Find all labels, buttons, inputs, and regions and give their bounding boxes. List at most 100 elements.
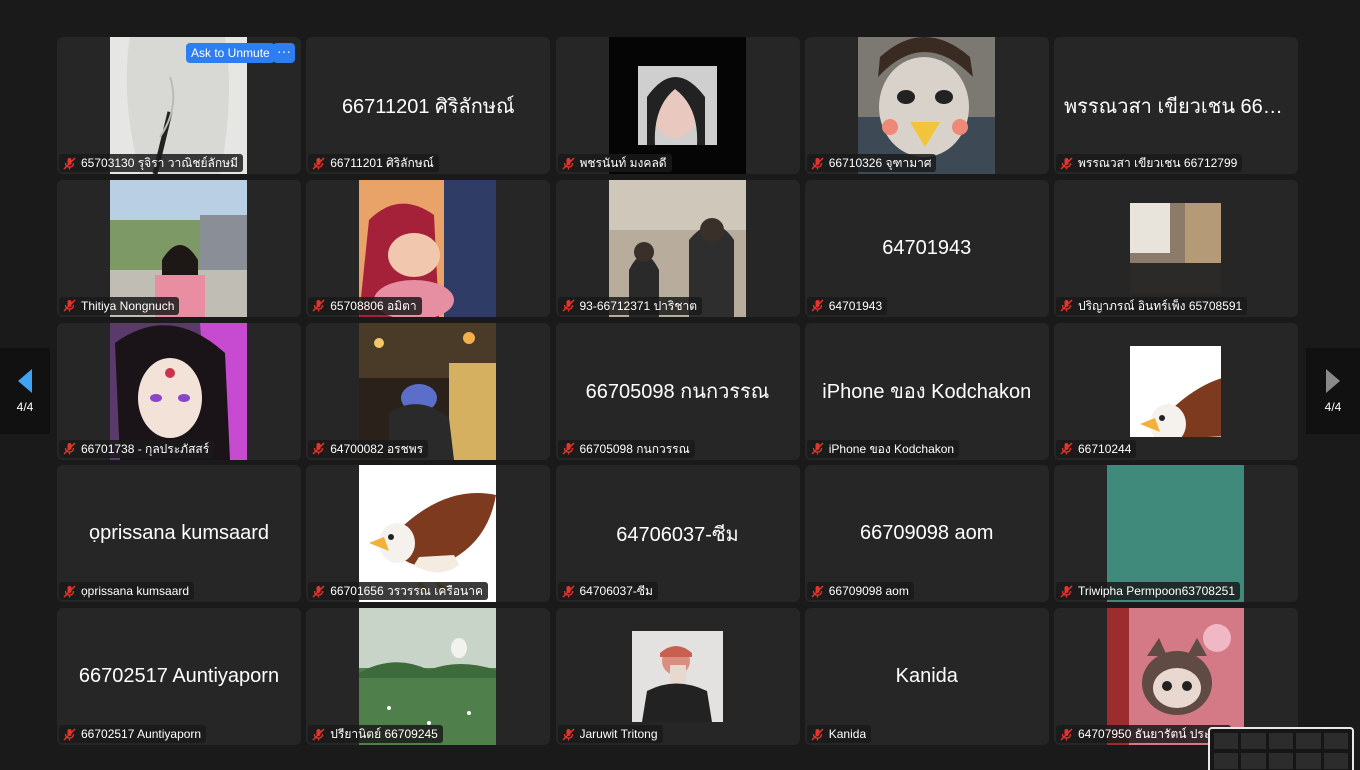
participant-tile[interactable]: 93-66712371 ปาริชาต: [555, 179, 800, 317]
participant-name-label: ọprissana kumsaard: [81, 584, 190, 599]
participant-name-label: Kanida: [828, 727, 867, 741]
participant-name-label: iPhone ของ Kodchakon: [828, 441, 955, 456]
muted-mic-icon: [312, 727, 325, 741]
right-arrow-icon: [1326, 369, 1340, 393]
muted-mic-icon: [1060, 299, 1073, 312]
display-name-text: 66709098 aom: [860, 522, 994, 545]
participant-tile[interactable]: 64701943 64701943: [804, 179, 1049, 317]
participant-tile[interactable]: พรรณวสา เขียวเชน 6671... พรรณวสา เขียวเชน…: [1054, 37, 1298, 174]
participant-tile[interactable]: 66710244: [1054, 322, 1298, 460]
muted-mic-icon: [561, 156, 575, 170]
muted-mic-icon: [561, 442, 575, 455]
participant-tile[interactable]: ปรียานิตย์ 66709245: [306, 608, 551, 745]
participant-tile[interactable]: Thitiya Nongnuch: [57, 179, 301, 317]
participant-grid: 65703130 รุจิรา วาณิชย์ลักษมี Ask to Unmu…: [57, 37, 1298, 745]
participant-tile[interactable]: ọprissana kumsaard ọprissana kumsaard: [57, 465, 301, 603]
muted-mic-icon: [63, 156, 76, 170]
display-name-text: ọprissana kumsaard: [88, 522, 270, 545]
participant-tile[interactable]: 65703130 รุจิรา วาณิชย์ลักษมี Ask to Unmu…: [57, 37, 301, 174]
next-page-button[interactable]: 4/4: [1306, 348, 1360, 434]
participant-nameplate: 66709098 aom: [806, 582, 914, 601]
muted-mic-icon: [811, 585, 824, 598]
participant-tile[interactable]: Jaruwit Tritong: [555, 608, 800, 745]
participant-tile[interactable]: 66702517 Auntiyaporn 66702517 Auntiyaporn: [57, 608, 301, 745]
participant-display-name: 66705098 กนกวรรณ: [556, 323, 800, 460]
participant-name-label: 65703130 รุจิรา วาณิชย์ลักษมี: [81, 156, 238, 170]
muted-mic-icon: [811, 156, 824, 170]
muted-mic-icon: [63, 299, 76, 312]
muted-mic-icon: [811, 442, 824, 455]
participant-nameplate: พชรนันท์ มงคลดี: [557, 154, 672, 172]
participant-nameplate: 64701943: [806, 296, 888, 315]
participant-name-label: 64701943: [828, 298, 883, 313]
participant-nameplate: 66710326 จุฑามาศ: [806, 154, 937, 172]
participant-tile[interactable]: 66701656 วรวรรณ เครือนาค: [306, 465, 551, 603]
more-options-button[interactable]: ···: [273, 43, 295, 63]
participant-name-label: พชรนันท์ มงคลดี: [579, 156, 667, 170]
participant-tile[interactable]: Triwipha Permpoon63708251: [1054, 465, 1298, 603]
muted-mic-icon: [1060, 156, 1073, 170]
participant-name-label: 64707950 ธันยารัตน์ ประทีป: [1078, 727, 1226, 741]
participant-nameplate: iPhone ของ Kodchakon: [806, 439, 960, 458]
muted-mic-icon: [63, 585, 76, 598]
participant-nameplate: 66705098 กนกวรรณ: [557, 439, 695, 458]
muted-mic-icon: [312, 585, 325, 598]
previous-page-button[interactable]: 4/4: [0, 348, 50, 434]
participant-name-label: 66701738 - กุลประภัสสร์: [81, 441, 210, 456]
participant-display-name: iPhone ของ Kodchakon: [805, 323, 1049, 460]
participant-name-label: 64700082 อรชพร: [330, 441, 424, 456]
gallery-thumbnail-preview[interactable]: [1208, 727, 1354, 770]
participant-tile[interactable]: 64707950 ธันยารัตน์ ประทีป: [1054, 608, 1298, 745]
participant-name-label: 66710244: [1078, 441, 1132, 456]
ask-to-unmute-button[interactable]: Ask to Unmute: [186, 43, 275, 63]
participant-tile[interactable]: ปริญาภรณ์ อินทร์เพ็ง 65708591: [1054, 179, 1298, 317]
muted-mic-icon: [811, 299, 824, 312]
participant-nameplate: Triwipha Permpoon63708251: [1056, 582, 1240, 601]
participant-name-label: Triwipha Permpoon63708251: [1078, 584, 1235, 599]
participant-name-label: 66710326 จุฑามาศ: [828, 156, 932, 170]
left-arrow-icon: [18, 369, 32, 393]
participant-video: [110, 322, 247, 460]
muted-mic-icon: [561, 299, 575, 312]
muted-mic-icon: [63, 727, 76, 741]
participant-nameplate: Jaruwit Tritong: [557, 725, 663, 743]
muted-mic-icon: [1060, 585, 1073, 598]
participant-name-label: ปรียานิตย์ 66709245: [330, 727, 438, 741]
participant-tile[interactable]: Kanida Kanida: [804, 608, 1049, 745]
participant-video: [631, 631, 723, 722]
participant-tile[interactable]: iPhone ของ Kodchakon iPhone ของ Kodchakon: [804, 322, 1049, 460]
participant-nameplate: 64706037-ซีม: [557, 582, 658, 601]
participant-name-label: 66709098 aom: [828, 584, 909, 599]
participant-video: [1130, 345, 1221, 437]
muted-mic-icon: [312, 156, 325, 170]
participant-tile[interactable]: 66709098 aom 66709098 aom: [804, 465, 1049, 603]
participant-nameplate: 66702517 Auntiyaporn: [59, 725, 207, 743]
participant-tile[interactable]: 64700082 อรชพร: [306, 322, 551, 460]
participant-name-label: 66711201 ศิริลักษณ์: [330, 156, 434, 170]
participant-nameplate: 66701738 - กุลประภัสสร์: [59, 439, 215, 458]
participant-nameplate: 66701656 วรวรรณ เครือนาค: [308, 582, 489, 601]
muted-mic-icon: [561, 585, 575, 598]
participant-tile[interactable]: 65708806 อมิตา: [306, 179, 551, 317]
display-name-text: 64701943: [882, 236, 972, 259]
participant-tile[interactable]: 66711201 ศิริลักษณ์ 66711201 ศิริลักษณ์: [306, 37, 551, 174]
participant-video: [1130, 202, 1221, 294]
participant-name-label: 93-66712371 ปาริชาต: [579, 298, 698, 313]
participant-tile[interactable]: 66701738 - กุลประภัสสร์: [57, 322, 301, 460]
display-name-text: 66705098 กนกวรรณ: [585, 381, 770, 403]
muted-mic-icon: [312, 442, 325, 455]
participant-name-label: Thitiya Nongnuch: [81, 298, 175, 313]
participant-nameplate: 65708806 อมิตา: [308, 296, 422, 315]
participant-tile[interactable]: 64706037-ซีม 64706037-ซีม: [555, 465, 800, 603]
muted-mic-icon: [312, 299, 325, 312]
participant-tile[interactable]: พชรนันท์ มงคลดี: [555, 37, 800, 174]
participant-name-label: พรรณวสา เขียวเชน 66712799: [1078, 156, 1238, 170]
muted-mic-icon: [63, 442, 76, 455]
muted-mic-icon: [1060, 442, 1073, 455]
participant-nameplate: 65703130 รุจิรา วาณิชย์ลักษมี: [59, 154, 243, 172]
participant-tile[interactable]: 66705098 กนกวรรณ 66705098 กนกวรรณ: [555, 322, 800, 460]
participant-nameplate: ปริญาภรณ์ อินทร์เพ็ง 65708591: [1056, 296, 1248, 315]
display-name-text: 66702517 Auntiyaporn: [78, 665, 280, 687]
participant-name-label: Jaruwit Tritong: [579, 727, 658, 741]
participant-tile[interactable]: 66710326 จุฑามาศ: [804, 37, 1049, 174]
